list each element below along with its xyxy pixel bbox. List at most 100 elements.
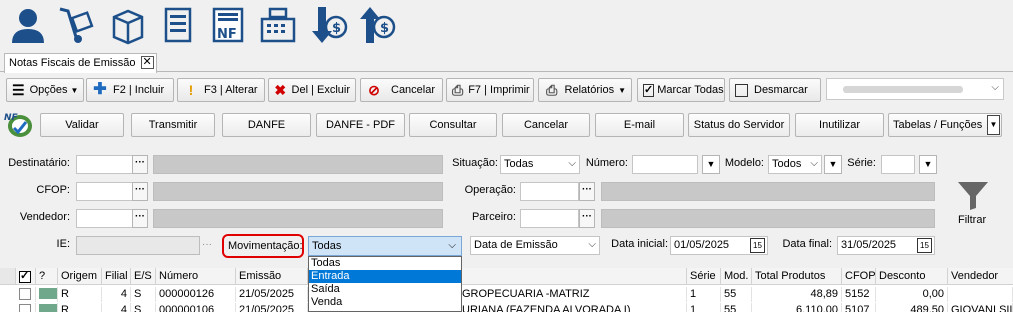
validar-button[interactable]: Validar xyxy=(40,113,124,137)
numero-input[interactable] xyxy=(632,155,698,174)
cell-mod: 55 xyxy=(721,303,752,312)
movimentacao-option-highlighted[interactable]: Entrada xyxy=(309,270,461,283)
movimentacao-option[interactable]: Venda xyxy=(309,296,461,309)
incluir-label: F2 | Incluir xyxy=(113,84,165,96)
hand-truck-icon[interactable] xyxy=(56,5,96,45)
desmarcar-label: Desmarcar xyxy=(754,84,808,96)
col-vendedor[interactable]: Vendedor xyxy=(948,268,1013,285)
data-inicial-input[interactable]: 01/05/2025 15 xyxy=(670,236,768,255)
empresa-select[interactable]: ⌵ xyxy=(826,78,1004,100)
modelo-label: Modelo: xyxy=(724,157,764,169)
close-icon[interactable]: ✕ xyxy=(140,56,154,69)
col-serie[interactable]: Série xyxy=(687,268,721,285)
danfe-button[interactable]: DANFE xyxy=(222,113,311,137)
funnel-icon[interactable] xyxy=(956,180,990,212)
movimentacao-option[interactable]: Todas xyxy=(309,257,461,270)
marcar-todas-button[interactable]: ✓ Marcar Todas xyxy=(637,78,725,102)
x-delete-icon: ✖ xyxy=(274,82,287,98)
col-q[interactable]: ? xyxy=(36,268,58,285)
serie-dropdown-button[interactable]: ▼ xyxy=(919,155,937,174)
modelo-dropdown-button[interactable]: ▼ xyxy=(824,155,842,174)
email-button[interactable]: E-mail xyxy=(595,113,684,137)
col-desconto[interactable]: Desconto xyxy=(876,268,948,285)
col-numero[interactable]: Número xyxy=(156,268,236,285)
cancel-circle-icon: ⊘ xyxy=(368,82,380,98)
col-emissao[interactable]: Emissão xyxy=(236,268,308,285)
vendedor-lookup-button[interactable]: ··· xyxy=(132,209,148,228)
situacao-select[interactable]: Todas ⌵ xyxy=(500,155,580,174)
status-servidor-button[interactable]: Status do Servidor xyxy=(688,113,790,137)
cell-emissao: 21/05/2025 xyxy=(236,303,308,312)
relatorios-button[interactable]: ⎙ Relatórios ▼ xyxy=(538,78,632,102)
transmitir-button[interactable]: Transmitir xyxy=(131,113,215,137)
data-final-label: Data final: xyxy=(782,238,832,250)
checkbox-empty-icon xyxy=(735,83,748,97)
imprimir-button[interactable]: ⎙ F7 | Imprimir xyxy=(446,78,534,102)
chevron-down-icon: ⌵ xyxy=(568,158,576,169)
ie-lookup-button: ··· xyxy=(202,239,212,250)
nf-invoice-icon[interactable]: NF xyxy=(208,5,248,45)
parceiro-lookup-button[interactable]: ··· xyxy=(579,209,595,228)
dropdown-arrow-icon: ▼ xyxy=(618,85,626,95)
calendar-icon[interactable]: 15 xyxy=(917,238,932,253)
danfe-pdf-button[interactable]: DANFE - PDF xyxy=(316,113,405,137)
row-checkbox[interactable] xyxy=(16,303,36,312)
row-checkbox[interactable] xyxy=(16,287,36,302)
menu-icon: ☰ xyxy=(12,82,25,98)
col-origem[interactable]: Origem xyxy=(58,268,102,285)
modelo-select[interactable]: Todos ⌵ xyxy=(768,155,822,174)
col-cfop[interactable]: CFOP xyxy=(842,268,876,285)
situacao-label: Situação: xyxy=(452,157,498,169)
cell-numero: 000000126 xyxy=(156,287,236,302)
data-final-input[interactable]: 31/05/2025 15 xyxy=(837,236,935,255)
parceiro-input[interactable] xyxy=(520,209,579,228)
money-down-icon[interactable]: $ xyxy=(308,5,348,45)
serie-input[interactable] xyxy=(881,155,915,174)
alterar-button[interactable]: ! F3 | Alterar xyxy=(177,78,265,102)
calendar-icon[interactable]: 15 xyxy=(750,238,765,253)
movimentacao-value: Todas xyxy=(312,240,342,252)
movimentacao-select[interactable]: Todas ⌵ xyxy=(308,236,462,256)
desmarcar-button[interactable]: Desmarcar xyxy=(729,78,821,102)
cancelar-nfe-button[interactable]: Cancelar xyxy=(502,113,590,137)
data-tipo-select[interactable]: Data de Emissão ⌵ xyxy=(470,236,600,255)
movimentacao-option[interactable]: Saída xyxy=(309,283,461,296)
box-icon[interactable] xyxy=(108,5,148,45)
excluir-button[interactable]: ✖ Del | Excluir xyxy=(268,78,356,102)
money-up-icon[interactable]: $ xyxy=(356,5,396,45)
ie-label: IE: xyxy=(56,238,70,250)
cell-total: 48,89 xyxy=(752,287,842,302)
dropdown-arrow-icon[interactable]: ▼ xyxy=(987,115,1000,135)
user-icon[interactable] xyxy=(8,5,48,45)
cfop-input[interactable] xyxy=(76,182,133,201)
col-total[interactable]: Total Produtos xyxy=(752,268,842,285)
cash-register-icon[interactable] xyxy=(258,5,298,45)
tab-notas-fiscais[interactable]: Notas Fiscais de Emissão ✕ xyxy=(4,53,157,73)
dropdown-arrow-icon: ▼ xyxy=(70,85,79,95)
col-mod[interactable]: Mod. xyxy=(721,268,752,285)
cancelar-toolbar-button[interactable]: ⊘ Cancelar xyxy=(360,78,443,102)
destinatario-lookup-button[interactable]: ··· xyxy=(132,155,148,174)
col-filial[interactable]: Filial xyxy=(102,268,131,285)
nfe-logo-icon: NF xyxy=(2,110,34,140)
vendedor-label: Vendedor: xyxy=(19,211,70,223)
tab-label: Notas Fiscais de Emissão xyxy=(9,57,136,69)
operacao-lookup-button[interactable]: ··· xyxy=(579,182,595,201)
select-all-header[interactable]: ✓ xyxy=(16,268,36,285)
filtrar-button[interactable]: Filtrar xyxy=(958,214,986,226)
cell-es: S xyxy=(131,287,156,302)
vendedor-input[interactable] xyxy=(76,209,133,228)
inutilizar-button[interactable]: Inutilizar xyxy=(795,113,884,137)
tabelas-funcoes-button[interactable]: Tabelas / Funções ▼ xyxy=(888,113,1002,137)
operacao-input[interactable] xyxy=(520,182,579,201)
cell-desconto: 0,00 xyxy=(876,287,948,302)
document-list-icon[interactable] xyxy=(158,5,198,45)
incluir-button[interactable]: ✚ F2 | Incluir xyxy=(86,78,174,102)
cancelar-toolbar-label: Cancelar xyxy=(391,84,436,96)
opcoes-button[interactable]: ☰ Opções ▼ xyxy=(6,78,84,102)
consultar-button[interactable]: Consultar xyxy=(409,113,497,137)
destinatario-input[interactable] xyxy=(76,155,133,174)
col-es[interactable]: E/S xyxy=(131,268,156,285)
numero-dropdown-button[interactable]: ▼ xyxy=(702,155,720,174)
cfop-lookup-button[interactable]: ··· xyxy=(132,182,148,201)
